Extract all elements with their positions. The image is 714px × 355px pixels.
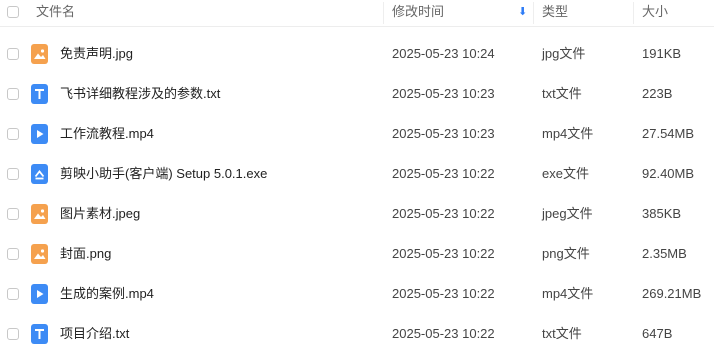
- column-divider[interactable]: [533, 2, 534, 24]
- modified-time: 2025-05-23 10:23: [392, 86, 495, 101]
- column-header-modified[interactable]: 修改时间: [392, 0, 444, 26]
- file-row[interactable]: 飞书详细教程涉及的参数.txt 2025-05-23 10:23 txt文件 223B: [0, 74, 714, 114]
- file-name[interactable]: 剪映小助手(客户端) Setup 5.0.1.exe: [60, 154, 267, 194]
- file-type: mp4文件: [542, 286, 594, 301]
- image-icon: [31, 244, 48, 264]
- file-type: txt文件: [542, 86, 582, 101]
- column-header-type[interactable]: 类型: [542, 0, 568, 26]
- file-row[interactable]: 剪映小助手(客户端) Setup 5.0.1.exe 2025-05-23 10:…: [0, 154, 714, 194]
- file-size: 647B: [642, 326, 673, 341]
- file-row[interactable]: 封面.png 2025-05-23 10:22 png文件 2.35MB: [0, 234, 714, 274]
- file-type: png文件: [542, 246, 590, 261]
- row-checkbox[interactable]: [7, 208, 19, 220]
- file-name[interactable]: 免责声明.jpg: [60, 34, 133, 74]
- file-row[interactable]: 免责声明.jpg 2025-05-23 10:24 jpg文件 191KB: [0, 34, 714, 74]
- file-name[interactable]: 项目介绍.txt: [60, 314, 129, 354]
- file-type: mp4文件: [542, 126, 594, 141]
- video-icon: [31, 284, 48, 304]
- row-checkbox[interactable]: [7, 88, 19, 100]
- file-name[interactable]: 生成的案例.mp4: [60, 274, 154, 314]
- sort-descending-icon[interactable]: ⬇: [518, 0, 527, 26]
- file-type: exe文件: [542, 166, 589, 181]
- modified-time: 2025-05-23 10:22: [392, 246, 495, 261]
- file-list: 文件名 修改时间 ⬇ 类型 大小 免责声明.jpg 2025-05-23 10:2…: [0, 0, 714, 355]
- file-type: jpeg文件: [542, 206, 593, 221]
- column-divider[interactable]: [633, 2, 634, 24]
- file-size: 385KB: [642, 206, 682, 221]
- file-size: 191KB: [642, 46, 682, 61]
- row-checkbox[interactable]: [7, 248, 19, 260]
- table-header: 文件名 修改时间 ⬇ 类型 大小: [0, 0, 714, 27]
- modified-time: 2025-05-23 10:22: [392, 166, 495, 181]
- row-checkbox[interactable]: [7, 328, 19, 340]
- select-all-checkbox[interactable]: [7, 6, 19, 18]
- file-type: jpg文件: [542, 46, 586, 61]
- file-row[interactable]: 工作流教程.mp4 2025-05-23 10:23 mp4文件 27.54MB: [0, 114, 714, 154]
- file-type: txt文件: [542, 326, 582, 341]
- file-size: 27.54MB: [642, 126, 695, 141]
- file-name[interactable]: 封面.png: [60, 234, 111, 274]
- file-size: 223B: [642, 86, 673, 101]
- modified-time: 2025-05-23 10:22: [392, 286, 495, 301]
- image-icon: [31, 44, 48, 64]
- text-icon: [31, 84, 48, 104]
- column-divider[interactable]: [383, 2, 384, 24]
- file-size: 92.40MB: [642, 166, 695, 181]
- file-row[interactable]: 图片素材.jpeg 2025-05-23 10:22 jpeg文件 385KB: [0, 194, 714, 234]
- text-icon: [31, 324, 48, 344]
- column-header-name[interactable]: 文件名: [36, 0, 75, 26]
- file-name[interactable]: 飞书详细教程涉及的参数.txt: [60, 74, 220, 114]
- modified-time: 2025-05-23 10:24: [392, 46, 495, 61]
- modified-time: 2025-05-23 10:22: [392, 206, 495, 221]
- file-size: 2.35MB: [642, 246, 687, 261]
- image-icon: [31, 204, 48, 224]
- row-checkbox[interactable]: [7, 168, 19, 180]
- exe-icon: [31, 164, 48, 184]
- file-row[interactable]: 项目介绍.txt 2025-05-23 10:22 txt文件 647B: [0, 314, 714, 354]
- file-size: 269.21MB: [642, 286, 702, 301]
- row-checkbox[interactable]: [7, 48, 19, 60]
- video-icon: [31, 124, 48, 144]
- column-header-size[interactable]: 大小: [642, 0, 668, 26]
- file-name[interactable]: 工作流教程.mp4: [60, 114, 154, 154]
- row-checkbox[interactable]: [7, 288, 19, 300]
- file-name[interactable]: 图片素材.jpeg: [60, 194, 140, 234]
- modified-time: 2025-05-23 10:22: [392, 326, 495, 341]
- file-row[interactable]: 生成的案例.mp4 2025-05-23 10:22 mp4文件 269.21MB: [0, 274, 714, 314]
- modified-time: 2025-05-23 10:23: [392, 126, 495, 141]
- row-checkbox[interactable]: [7, 128, 19, 140]
